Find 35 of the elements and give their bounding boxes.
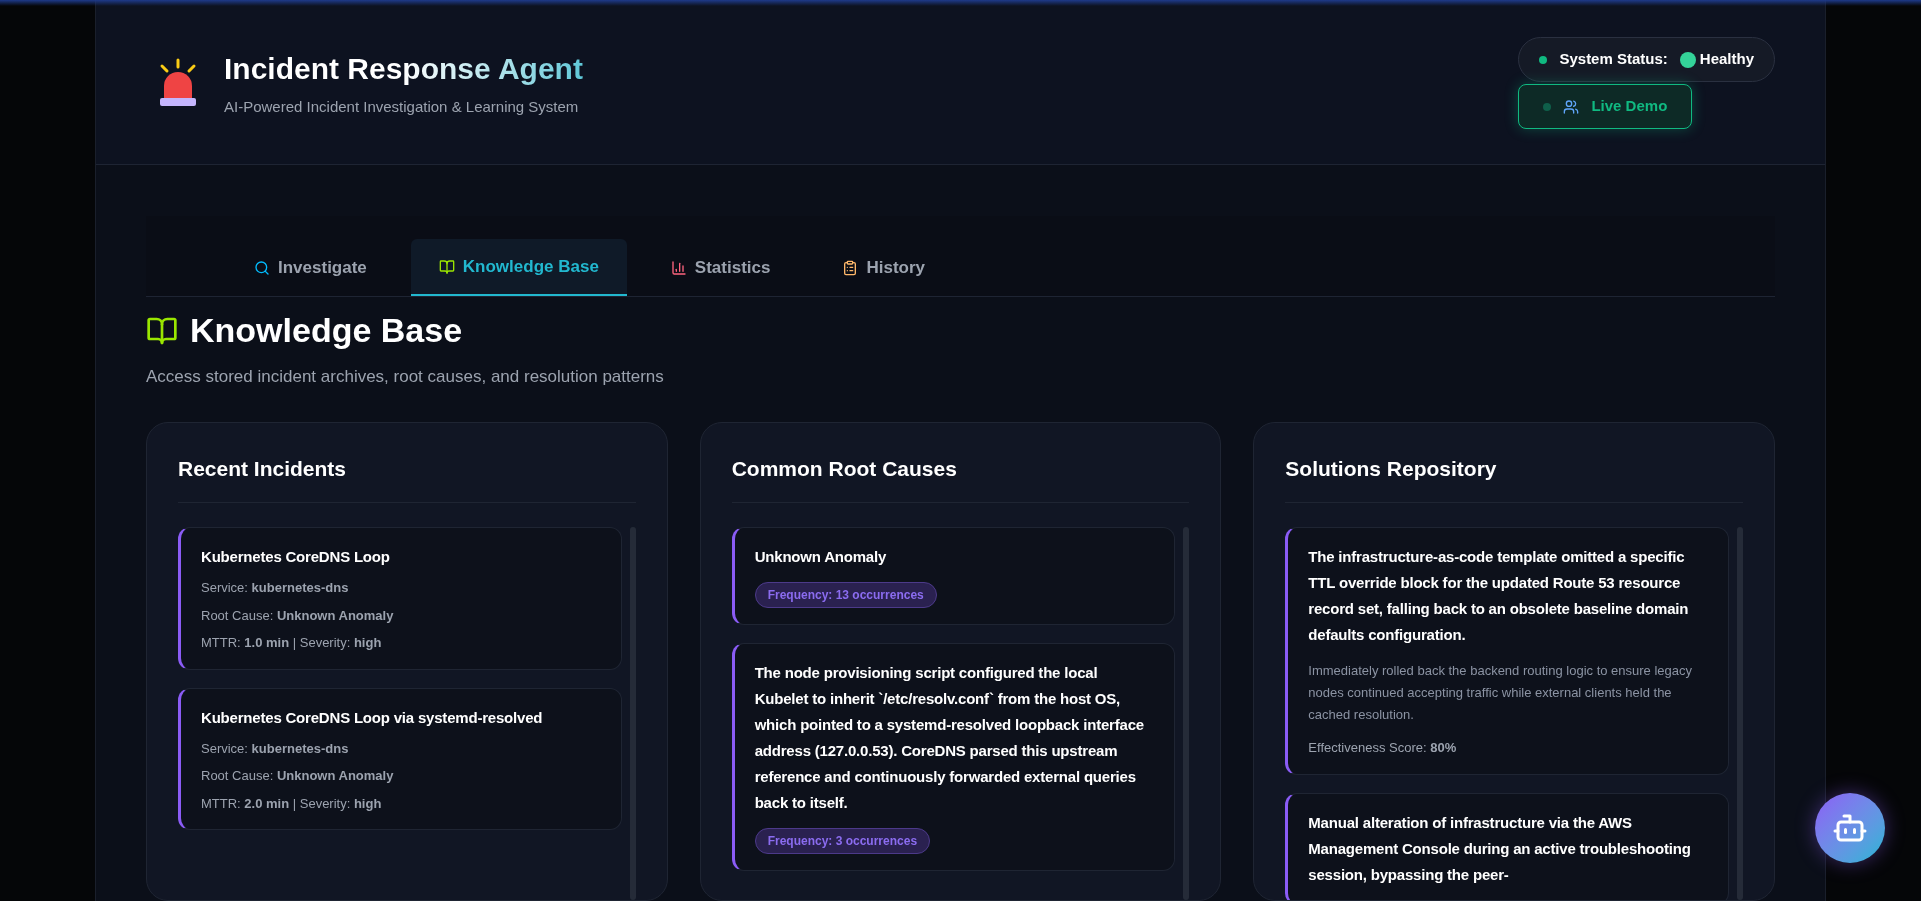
clipboard-icon xyxy=(842,259,859,276)
card-detail: MTTR: 1.0 min | Severity: high xyxy=(201,634,383,652)
card-detail: Root Cause: Unknown Anomaly xyxy=(201,606,395,625)
card-detail: Root Cause: Unknown Anomaly xyxy=(201,767,395,785)
card-detail: Service: kubernetes-dns xyxy=(201,579,350,597)
solution-description: Immediately rolled back the backend routing logic to ensure legacy nodes continued accepting traffic while external clients held the cached resolution. xyxy=(1308,662,1694,724)
frequency-badge: Frequency: 13 occurrences xyxy=(754,582,937,608)
status-value: Healthy xyxy=(1699,49,1754,70)
people-icon xyxy=(1563,98,1580,115)
tab[interactable]: History xyxy=(814,239,954,296)
panel-title: Common Root Causes xyxy=(731,452,1190,503)
live-demo-button[interactable]: Live Demo xyxy=(1518,84,1693,129)
app-subtitle: AI-Powered Incident Investigation & Learning System xyxy=(224,96,580,117)
tab[interactable]: Investigate xyxy=(226,239,395,296)
card-title: The infrastructure-as-code template omitted a specific TTL override block for the updated Route 53 resource record set, falling back to an obsolete baseline domain defaults configuration. xyxy=(1308,547,1690,645)
frequency-badge: Frequency: 3 occurrences xyxy=(754,828,931,854)
card-title: Unknown Anomaly xyxy=(754,547,888,567)
bar-chart-icon xyxy=(670,259,687,276)
status-label: System Status: xyxy=(1559,49,1668,70)
card-detail: MTTR: 2.0 min | Severity: high xyxy=(201,794,383,813)
panel-title: Recent Incidents xyxy=(178,452,636,503)
card-title: Manual alteration of infrastructure via the AWS Management Console during an active troubleshooting session, bypassing the peer- xyxy=(1308,812,1692,885)
card-detail: Service: kubernetes-dns xyxy=(201,739,350,758)
search-icon xyxy=(254,259,270,276)
page-subtitle: Access stored incident archives, root causes, and resolution patterns xyxy=(146,366,665,388)
tab[interactable]: Statistics xyxy=(642,239,799,296)
assistant-robot-button[interactable] xyxy=(1815,793,1885,863)
page-title: Knowledge Base xyxy=(190,310,463,351)
effectiveness-score: Effectiveness Score: 80% xyxy=(1308,739,1458,757)
books-icon xyxy=(438,258,455,275)
card-title: Kubernetes CoreDNS Loop xyxy=(201,547,391,567)
panel-title: Solutions Repository xyxy=(1285,452,1743,503)
tab[interactable]: Knowledge Base xyxy=(410,239,627,296)
card-title: The node provisioning script configured the local Kubelet to inherit `/etc/resolv.conf` from the host OS, which pointed to a systemd-resolved loopback interface address (127.0.0.53). CoreDNS parsed this upstream reference and continuously forwarded external queries back to itself. xyxy=(754,663,1145,813)
card-title: Kubernetes CoreDNS Loop via systemd-resolved xyxy=(201,707,544,728)
